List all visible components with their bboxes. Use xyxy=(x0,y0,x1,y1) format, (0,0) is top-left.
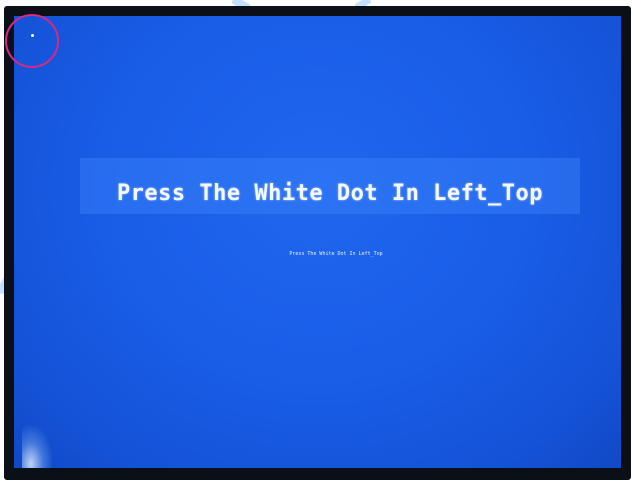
monitor-bezel: Press The White Dot In Left_Top Press Th… xyxy=(4,6,631,480)
screen-glare xyxy=(22,426,52,468)
calibration-title: Press The White Dot In Left_Top xyxy=(116,181,544,206)
calibration-target-ring[interactable] xyxy=(5,14,59,68)
calibration-screen[interactable]: Press The White Dot In Left_Top Press Th… xyxy=(14,16,621,468)
photo: Press The White Dot In Left_Top Press Th… xyxy=(0,0,637,487)
calibration-subtitle: Press The White Dot In Left_Top xyxy=(289,251,383,257)
